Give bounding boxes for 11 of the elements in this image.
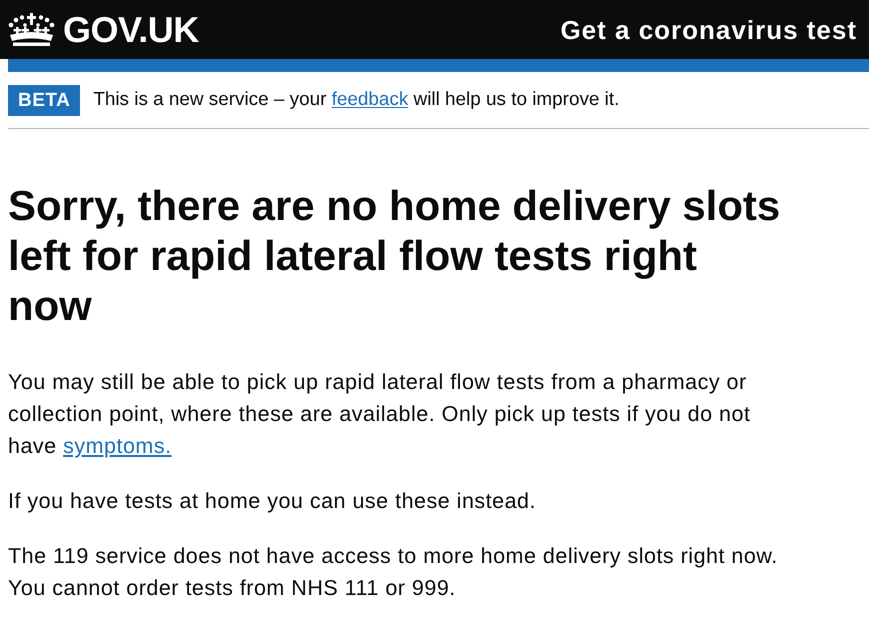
- gov-uk-logo-link[interactable]: GOV.UK: [63, 12, 199, 48]
- beta-tag: BETA: [8, 85, 80, 116]
- symptoms-link[interactable]: symptoms.: [63, 434, 172, 458]
- body-paragraph: If you have tests at home you can use these instead.: [8, 488, 537, 515]
- phase-banner-text: This is a new service – your feedback will help us to improve it.: [93, 88, 620, 112]
- crown-icon: [8, 13, 55, 46]
- feedback-link[interactable]: feedback: [332, 89, 408, 110]
- body-paragraph: The 119 service does not have access to more home delivery slots right now. You cannot order tests from NHS 111 or 999.: [8, 543, 779, 602]
- body-paragraph: You may still be able to pick up rapid lateral flow tests from a pharmacy or collection point, where these are available. Only pick up tests if you do not have symptoms.: [8, 369, 752, 460]
- page-heading: Sorry, there are no home delivery slots left for rapid lateral flow tests right now: [8, 181, 782, 331]
- service-name: Get a coronavirus test: [560, 16, 857, 42]
